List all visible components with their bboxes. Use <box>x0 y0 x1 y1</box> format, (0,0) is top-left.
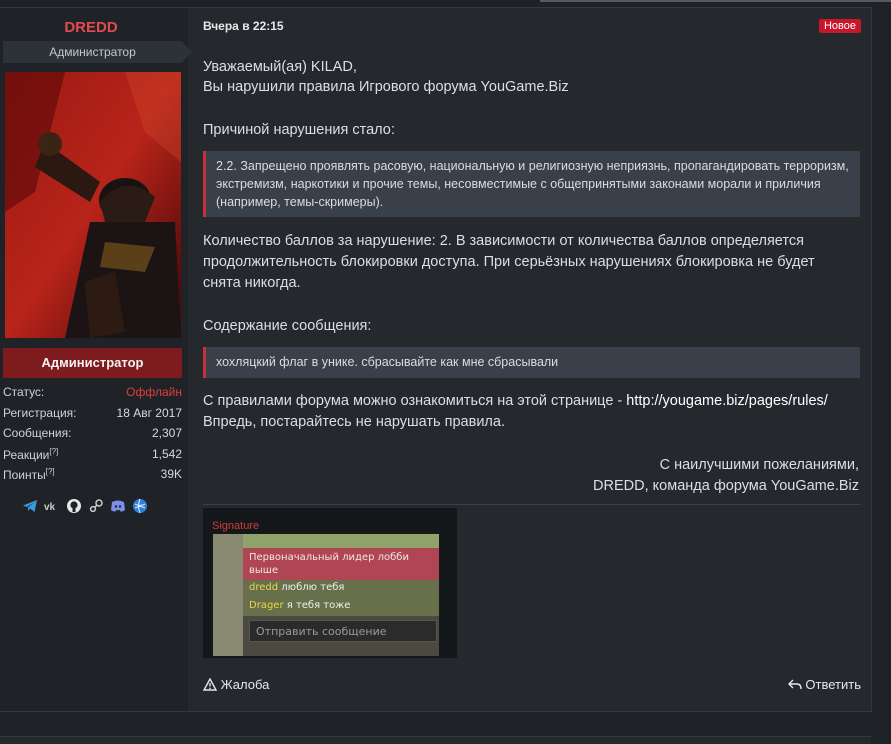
points-line: снята никогда. <box>203 275 301 291</box>
chat-line: dredd люблю тебя <box>243 580 439 598</box>
signature-title: Signature <box>212 520 260 532</box>
stat-messages: Сообщения: 2,307 <box>3 423 182 444</box>
rules-suffix: Впредь, постарайтесь не нарушать правила… <box>203 414 505 430</box>
github-icon[interactable] <box>66 498 82 514</box>
avatar[interactable] <box>5 72 181 338</box>
vk-icon[interactable]: vk <box>44 498 60 514</box>
user-sidebar: DREDD Администратор Администратор Статус… <box>0 8 192 711</box>
role-banner: Администратор <box>3 348 182 378</box>
stat-label: Сообщения: <box>3 426 72 440</box>
stat-registration: Регистрация: 18 Авг 2017 <box>3 403 182 424</box>
reply-button[interactable]: Ответить <box>787 677 861 692</box>
report-button[interactable]: Жалоба <box>202 677 270 692</box>
post-date[interactable]: Вчера в 22:15 <box>203 19 284 33</box>
stat-value: 1,542 <box>151 446 182 461</box>
signature-divider <box>203 504 861 505</box>
avatar-image <box>5 72 181 338</box>
stat-value: 39K <box>160 467 182 481</box>
stat-reactions: Реакции[?] 1,542 <box>3 444 182 465</box>
reason-label: Причиной нарушения стало: <box>203 122 395 138</box>
social-links: vk <box>22 497 154 515</box>
stat-status: Статус: Оффлайн <box>3 382 182 403</box>
top-divider <box>540 0 891 2</box>
chat-alert: Первоначальный лидер лобби выше лидер. <box>243 548 439 589</box>
warning-icon <box>202 677 218 691</box>
points-line: продолжительность блокировки доступа. Пр… <box>203 254 815 270</box>
chat-text: я тебя тоже <box>286 600 351 611</box>
quote-text: хохляцкий флаг в унике. сбрасывайте как … <box>216 355 559 369</box>
help-link[interactable]: [?] <box>49 447 58 456</box>
user-title: Администратор <box>3 41 182 63</box>
steam-icon[interactable] <box>88 498 104 514</box>
new-badge: Новое <box>818 19 861 33</box>
stat-value: 18 Авг 2017 <box>116 405 182 420</box>
signoff-line: С наилучшими пожеланиями, <box>659 457 859 473</box>
greeting-line: Уважаемый(ая) KILAD, <box>203 59 357 75</box>
chat-line: Drager я тебя тоже <box>243 598 439 616</box>
points-line: Количество баллов за нарушение: 2. В зав… <box>203 233 804 249</box>
reply-icon <box>787 679 802 690</box>
report-label: Жалоба <box>220 677 270 692</box>
stat-value: Оффлайн <box>126 385 182 399</box>
forum-post: DREDD Администратор Администратор Статус… <box>0 7 872 712</box>
chat-text: люблю тебя <box>281 582 345 593</box>
signoff-line: DREDD, команда форума YouGame.Biz <box>593 478 859 494</box>
content-label: Содержание сообщения: <box>203 318 372 334</box>
discord-icon[interactable] <box>110 498 126 514</box>
sig-top-strip <box>243 534 439 548</box>
stat-value[interactable]: 2,307 <box>152 426 182 440</box>
svg-text:vk: vk <box>44 502 56 513</box>
telegram-icon[interactable] <box>22 498 38 514</box>
reply-label: Ответить <box>805 677 861 692</box>
chat-name: Drager <box>249 600 284 611</box>
greeting-line: Вы нарушили правила Игрового форума YouG… <box>203 79 569 95</box>
reason-quote: 2.2. Запрещено проявлять расовую, национ… <box>203 151 860 217</box>
chat-input: Отправить сообщение <box>249 620 437 642</box>
signature-block: Signature Первоначальный лидер лобби выш… <box>203 508 457 658</box>
rules-link[interactable]: http://yougame.biz/pages/rules/ <box>626 393 828 409</box>
user-title-arrow <box>182 41 192 63</box>
sig-bg-left <box>213 534 243 656</box>
chat-name: dredd <box>249 582 279 593</box>
user-stats: Статус: Оффлайн Регистрация: 18 Авг 2017… <box>3 382 182 485</box>
signature-image: Первоначальный лидер лобби выше лидер. d… <box>213 534 439 656</box>
stat-label: Регистрация: <box>3 405 77 420</box>
help-link[interactable]: [?] <box>46 467 55 476</box>
username-link[interactable]: DREDD <box>0 19 182 36</box>
stat-points: Поинты[?] 39K <box>3 464 182 485</box>
globe-icon[interactable] <box>132 498 148 514</box>
quote-text: 2.2. Запрещено проявлять расовую, национ… <box>216 159 849 209</box>
stat-label: Реакции[?] <box>3 446 59 462</box>
stat-label: Поинты[?] <box>3 467 55 482</box>
stat-label: Статус: <box>3 385 45 399</box>
content-quote: хохляцкий флаг в унике. сбрасывайте как … <box>203 347 860 378</box>
rules-text: С правилами форума можно ознакомиться на… <box>203 393 627 409</box>
chat-text: Первоначальный лидер лобби выше <box>249 552 409 576</box>
rules-line: С правилами форума можно ознакомиться на… <box>203 391 828 412</box>
